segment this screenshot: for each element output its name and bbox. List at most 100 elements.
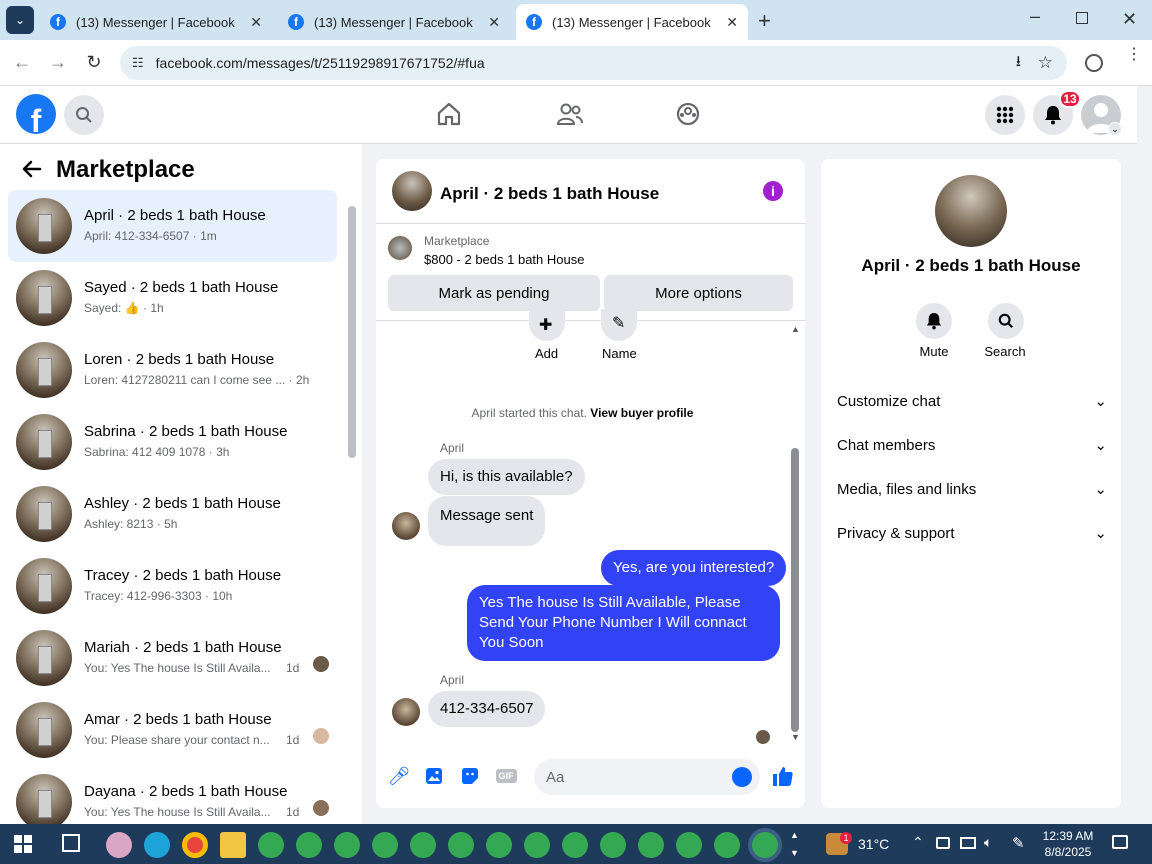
chat-list-item[interactable]: Amar · 2 beds 1 bath House You: Please s… bbox=[8, 694, 337, 766]
install-app-icon[interactable]: ⭳ bbox=[1016, 51, 1021, 76]
chat-list-item[interactable]: April · 2 beds 1 bath House April: 412-3… bbox=[8, 190, 337, 262]
chat-list-item[interactable]: Tracey · 2 beds 1 bath House Tracey: 412… bbox=[8, 550, 337, 622]
message-bubble-incoming[interactable]: 412-334-6507 bbox=[428, 691, 546, 727]
back-arrow-icon[interactable]: ← bbox=[10, 50, 34, 74]
notifications-center-icon[interactable] bbox=[1112, 835, 1128, 849]
new-tab-button[interactable]: + bbox=[758, 8, 771, 34]
file-explorer-icon[interactable] bbox=[220, 832, 246, 858]
seen-indicator-avatar bbox=[756, 730, 770, 744]
close-tab-icon[interactable]: ✕ bbox=[250, 14, 262, 31]
chrome-profile-icon-active[interactable] bbox=[752, 832, 778, 858]
paint-app-icon[interactable] bbox=[106, 832, 132, 858]
site-settings-icon[interactable]: ☷ bbox=[132, 55, 144, 71]
menu-button[interactable] bbox=[985, 95, 1025, 135]
bookmark-star-icon[interactable]: ☆ bbox=[1038, 53, 1053, 73]
close-window-icon[interactable]: ✕ bbox=[1122, 9, 1137, 30]
windows-start-icon[interactable] bbox=[14, 835, 32, 853]
thumbs-up-send-icon[interactable] bbox=[772, 765, 794, 787]
back-arrow-icon[interactable] bbox=[22, 160, 42, 183]
facebook-logo[interactable]: f bbox=[16, 94, 56, 134]
browser-tab-3-active[interactable]: f (13) Messenger | Facebook ✕ bbox=[516, 4, 748, 40]
chrome-profile-icon[interactable] bbox=[638, 832, 664, 858]
chrome-profile-icon[interactable] bbox=[524, 832, 550, 858]
maximize-window-icon[interactable] bbox=[1076, 12, 1088, 24]
chat-list-item[interactable]: Ashley · 2 beds 1 bath House Ashley: 821… bbox=[8, 478, 337, 550]
sticker-icon[interactable] bbox=[459, 765, 481, 787]
search-conversation-button[interactable] bbox=[988, 303, 1024, 339]
message-bubble-incoming[interactable]: Message sent bbox=[428, 496, 546, 546]
chrome-profile-icon[interactable] bbox=[600, 832, 626, 858]
chrome-profile-icon[interactable] bbox=[676, 832, 702, 858]
message-input[interactable]: Aa bbox=[534, 759, 760, 795]
listing-title[interactable]: $800 - 2 beds 1 bath House bbox=[424, 252, 584, 267]
groups-nav-button[interactable] bbox=[676, 102, 700, 131]
edge-browser-icon[interactable] bbox=[144, 832, 170, 858]
avatar bbox=[16, 774, 72, 824]
chat-list-item[interactable]: Dayana · 2 beds 1 bath House You: Yes Th… bbox=[8, 766, 337, 824]
mute-button[interactable] bbox=[916, 303, 952, 339]
tab-search-button[interactable]: ⌄ bbox=[6, 6, 34, 34]
chrome-profile-icon[interactable] bbox=[486, 832, 512, 858]
chrome-profile-icon[interactable] bbox=[296, 832, 322, 858]
browser-menu-icon[interactable]: ⋮ bbox=[1126, 47, 1142, 63]
emoji-icon[interactable] bbox=[732, 767, 752, 787]
chrome-profile-icon[interactable] bbox=[714, 832, 740, 858]
temperature[interactable]: 31°C bbox=[858, 836, 889, 852]
close-tab-icon[interactable]: ✕ bbox=[488, 14, 500, 31]
volume-icon[interactable]: 🔈︎ bbox=[984, 834, 992, 851]
browser-tab-1[interactable]: f (13) Messenger | Facebook ✕ bbox=[40, 4, 272, 40]
chrome-profile-icon[interactable] bbox=[410, 832, 436, 858]
home-icon bbox=[437, 102, 461, 126]
chat-list-item[interactable]: Loren · 2 beds 1 bath House Loren: 41272… bbox=[8, 334, 337, 406]
chat-list-item[interactable]: Sabrina · 2 beds 1 bath House Sabrina: 4… bbox=[8, 406, 337, 478]
friends-nav-button[interactable] bbox=[556, 102, 584, 131]
task-view-icon[interactable] bbox=[62, 834, 80, 852]
chrome-profile-icon[interactable] bbox=[562, 832, 588, 858]
conversation-title[interactable]: April · 2 beds 1 bath House bbox=[440, 184, 659, 204]
gif-icon[interactable]: GIF bbox=[495, 765, 517, 787]
home-nav-button[interactable] bbox=[436, 102, 462, 131]
view-buyer-profile-link[interactable]: View buyer profile bbox=[590, 406, 693, 420]
meet-now-icon[interactable] bbox=[936, 837, 950, 849]
minimize-window-icon[interactable]: – bbox=[1030, 6, 1040, 27]
search-button[interactable] bbox=[64, 95, 104, 135]
url-field[interactable]: ☷ facebook.com/messages/t/25119298917671… bbox=[120, 46, 1067, 80]
message-bubble-outgoing[interactable]: Yes, are you interested? bbox=[601, 550, 787, 586]
close-tab-icon[interactable]: ✕ bbox=[726, 14, 738, 31]
page-scrollbar[interactable] bbox=[1137, 144, 1152, 824]
mark-as-pending-button[interactable]: Mark as pending bbox=[388, 275, 600, 311]
chrome-icon[interactable] bbox=[182, 832, 208, 858]
chrome-profile-icon[interactable] bbox=[258, 832, 284, 858]
media-files-links-section[interactable]: Media, files and links ⌄ bbox=[837, 478, 1107, 500]
add-member-button[interactable]: ✚ bbox=[529, 309, 565, 341]
message-bubble-incoming[interactable]: Hi, is this available? bbox=[428, 459, 585, 495]
tray-chevron-icon[interactable]: ⌃ bbox=[912, 834, 924, 851]
reload-icon[interactable]: ↻ bbox=[82, 50, 106, 74]
message-bubble-outgoing[interactable]: Yes The house Is Still Available, Please… bbox=[467, 585, 780, 661]
forward-arrow-icon[interactable]: → bbox=[46, 50, 70, 74]
more-options-button[interactable]: More options bbox=[604, 275, 793, 311]
chrome-profile-icon[interactable] bbox=[334, 832, 360, 858]
chrome-profile-icon[interactable] bbox=[372, 832, 398, 858]
taskbar-scroll-arrows[interactable]: ▲ ▼ bbox=[790, 826, 799, 862]
chat-list-item[interactable]: Sayed · 2 beds 1 bath House Sayed: 👍 · 1… bbox=[8, 262, 337, 334]
microphone-icon[interactable]: 🎤︎ bbox=[388, 765, 411, 787]
browser-tab-2[interactable]: f (13) Messenger | Facebook ✕ bbox=[278, 4, 510, 40]
name-button[interactable]: ✎ bbox=[601, 309, 637, 341]
avatar[interactable] bbox=[935, 175, 1007, 247]
chrome-profile-icon[interactable] bbox=[448, 832, 474, 858]
pen-icon[interactable]: ✎ bbox=[1012, 834, 1025, 852]
account-chevron-icon[interactable]: ⌄ bbox=[1108, 122, 1122, 136]
avatar[interactable] bbox=[392, 171, 432, 211]
chat-members-section[interactable]: Chat members ⌄ bbox=[837, 434, 1107, 456]
network-icon[interactable] bbox=[960, 837, 976, 849]
customize-chat-section[interactable]: Customize chat ⌄ bbox=[837, 390, 1107, 412]
clock[interactable]: 12:39 AM 8/8/2025 bbox=[1040, 828, 1096, 860]
photo-icon[interactable] bbox=[423, 765, 445, 787]
chat-list-item[interactable]: Mariah · 2 beds 1 bath House You: Yes Th… bbox=[8, 622, 337, 694]
conversation-scrollbar[interactable]: ▲ ▼ bbox=[790, 324, 800, 744]
info-icon[interactable]: i bbox=[763, 181, 783, 201]
privacy-support-section[interactable]: Privacy & support ⌄ bbox=[837, 522, 1107, 544]
profile-icon[interactable] bbox=[1085, 54, 1103, 72]
chat-list-scrollbar[interactable] bbox=[346, 200, 356, 820]
